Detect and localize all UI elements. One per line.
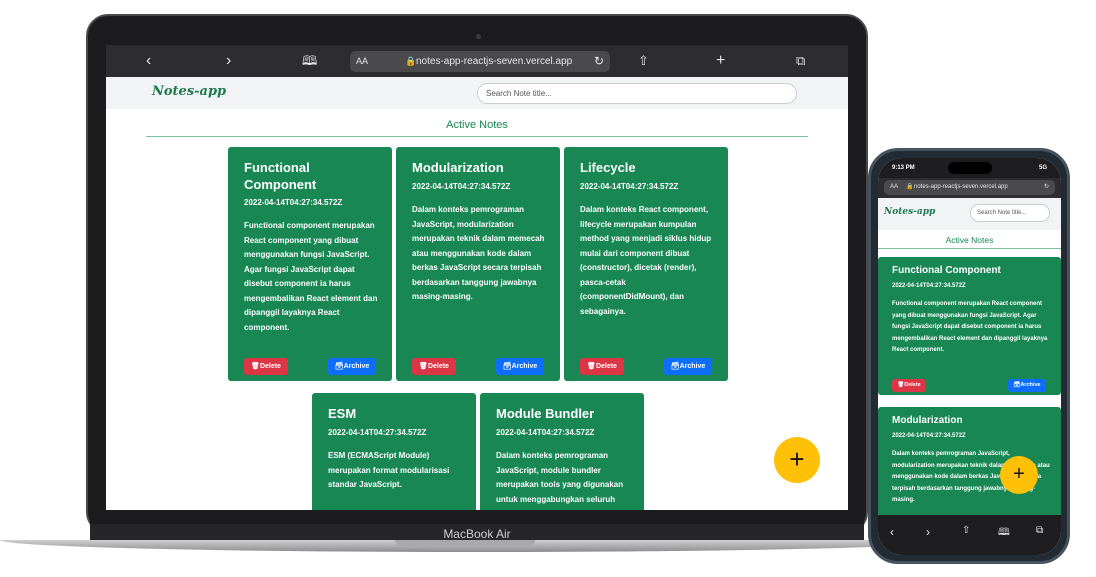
- text-size-button[interactable]: AA: [356, 51, 368, 72]
- note-card: Functional Component 2022-04-14T04:27:34…: [228, 147, 392, 381]
- browser-toolbar: ‹ › 🕮 AA 🔒 notes-app-reactjs-seven.verce…: [106, 45, 848, 77]
- note-body: Functional component merupakan React com…: [892, 301, 1048, 353]
- reload-icon[interactable]: ↻: [594, 51, 604, 72]
- note-card: Module Bundler 2022-04-14T04:27:34.572Z …: [480, 393, 644, 510]
- note-date: 2022-04-14T04:27:34.572Z: [892, 433, 966, 439]
- section-divider: [146, 136, 808, 137]
- note-date: 2022-04-14T04:27:34.572Z: [580, 182, 679, 191]
- phone-screen: 9:13 PM 5G AA 🔒 notes-app-reactjs-seven.…: [878, 158, 1061, 555]
- note-title: ESM: [328, 406, 357, 421]
- note-date: 2022-04-14T04:27:34.572Z: [328, 428, 427, 437]
- dynamic-island: [948, 162, 992, 174]
- note-title: Lifecycle: [580, 160, 636, 175]
- add-note-button[interactable]: +: [774, 437, 820, 483]
- delete-button[interactable]: 🗑Delete: [244, 358, 288, 375]
- note-title: Modularization: [412, 160, 504, 175]
- note-body: Functional component merupakan React com…: [244, 221, 378, 332]
- note-card: ESM 2022-04-14T04:27:34.572Z ESM (ECMASc…: [312, 393, 476, 510]
- reload-icon[interactable]: ↻: [1044, 180, 1049, 195]
- note-date: 2022-04-14T04:27:34.572Z: [496, 428, 595, 437]
- note-card: Functional Component 2022-04-14T04:27:34…: [878, 257, 1061, 395]
- archive-button[interactable]: 🗃Archive: [664, 358, 712, 375]
- add-note-button[interactable]: +: [1000, 456, 1038, 494]
- lock-icon: 🔒: [405, 56, 417, 66]
- share-icon[interactable]: ⇧: [962, 525, 970, 536]
- note-card: Lifecycle 2022-04-14T04:27:34.572Z Dalam…: [564, 147, 728, 381]
- share-icon[interactable]: ⇧: [638, 45, 649, 77]
- search-input[interactable]: Search Note title...: [970, 204, 1050, 222]
- laptop-base-notch: [395, 540, 535, 546]
- chevron-right-icon[interactable]: ›: [226, 45, 231, 77]
- note-body: Dalam konteks pemrograman JavaScript, mo…: [496, 451, 624, 510]
- url-text: notes-app-reactjs-seven.vercel.app: [914, 184, 1008, 190]
- archive-button[interactable]: 🗃Archive: [1008, 379, 1046, 392]
- book-icon[interactable]: 🕮: [302, 45, 317, 77]
- note-date: 2022-04-14T04:27:34.572Z: [412, 182, 511, 191]
- plus-icon[interactable]: +: [716, 45, 725, 77]
- laptop-camera: [476, 34, 481, 39]
- app-logo[interactable]: Notes-app: [884, 207, 935, 217]
- note-date: 2022-04-14T04:27:34.572Z: [244, 198, 343, 207]
- laptop-bezel: [90, 510, 864, 524]
- app-navbar: Notes-app Search Note title...: [106, 77, 848, 109]
- section-title: Active Notes: [945, 235, 994, 245]
- search-input[interactable]: Search Note title...: [477, 83, 797, 104]
- note-body: Dalam konteks pemrograman JavaScript, mo…: [412, 205, 545, 301]
- app-navbar: Notes-app Search Note title...: [878, 198, 1061, 230]
- archive-button[interactable]: 🗃Archive: [496, 358, 544, 375]
- book-icon[interactable]: 🕮: [998, 525, 1010, 542]
- url-text: notes-app-reactjs-seven.vercel.app: [416, 56, 573, 67]
- status-network: 5G: [1038, 165, 1047, 171]
- note-title: Module Bundler: [496, 406, 595, 421]
- delete-button[interactable]: 🗑Delete: [892, 379, 926, 392]
- chevron-left-icon[interactable]: ‹: [890, 525, 894, 539]
- device-mockup-stage: ‹ › 🕮 AA 🔒 notes-app-reactjs-seven.verce…: [0, 0, 1096, 577]
- chevron-left-icon[interactable]: ‹: [146, 45, 151, 77]
- lock-icon: 🔒: [906, 184, 914, 190]
- note-date: 2022-04-14T04:27:34.572Z: [892, 283, 966, 289]
- laptop-screen: ‹ › 🕮 AA 🔒 notes-app-reactjs-seven.verce…: [106, 45, 848, 510]
- note-title: Functional Component: [244, 160, 317, 192]
- note-body: ESM (ECMAScript Module) merupakan format…: [328, 451, 450, 489]
- tabs-icon[interactable]: ⧉: [1036, 525, 1043, 536]
- archive-button[interactable]: 🗃Archive: [328, 358, 376, 375]
- phone-bottom-toolbar: ‹ › ⇧ 🕮 ⧉: [878, 515, 1061, 555]
- phone-status-bar: 9:13 PM 5G: [878, 158, 1061, 178]
- note-title: Modularization: [892, 415, 963, 426]
- chevron-right-icon[interactable]: ›: [926, 525, 930, 539]
- app-logo[interactable]: Notes-app: [152, 84, 226, 99]
- note-card: Modularization 2022-04-14T04:27:34.572Z …: [396, 147, 560, 381]
- address-bar[interactable]: AA 🔒 notes-app-reactjs-seven.vercel.app …: [350, 51, 610, 72]
- section-title: Active Notes: [446, 119, 508, 131]
- tabs-icon[interactable]: ⧉: [796, 45, 805, 77]
- phone-address-bar[interactable]: AA 🔒 notes-app-reactjs-seven.vercel.app …: [884, 180, 1055, 195]
- delete-button[interactable]: 🗑Delete: [412, 358, 456, 375]
- text-size-button[interactable]: AA: [890, 180, 898, 195]
- status-time: 9:13 PM: [892, 165, 915, 171]
- note-title: Functional Component: [892, 265, 1001, 276]
- note-body: Dalam konteks React component, lifecycle…: [580, 205, 712, 316]
- delete-button[interactable]: 🗑Delete: [580, 358, 624, 375]
- section-divider: [878, 248, 1061, 249]
